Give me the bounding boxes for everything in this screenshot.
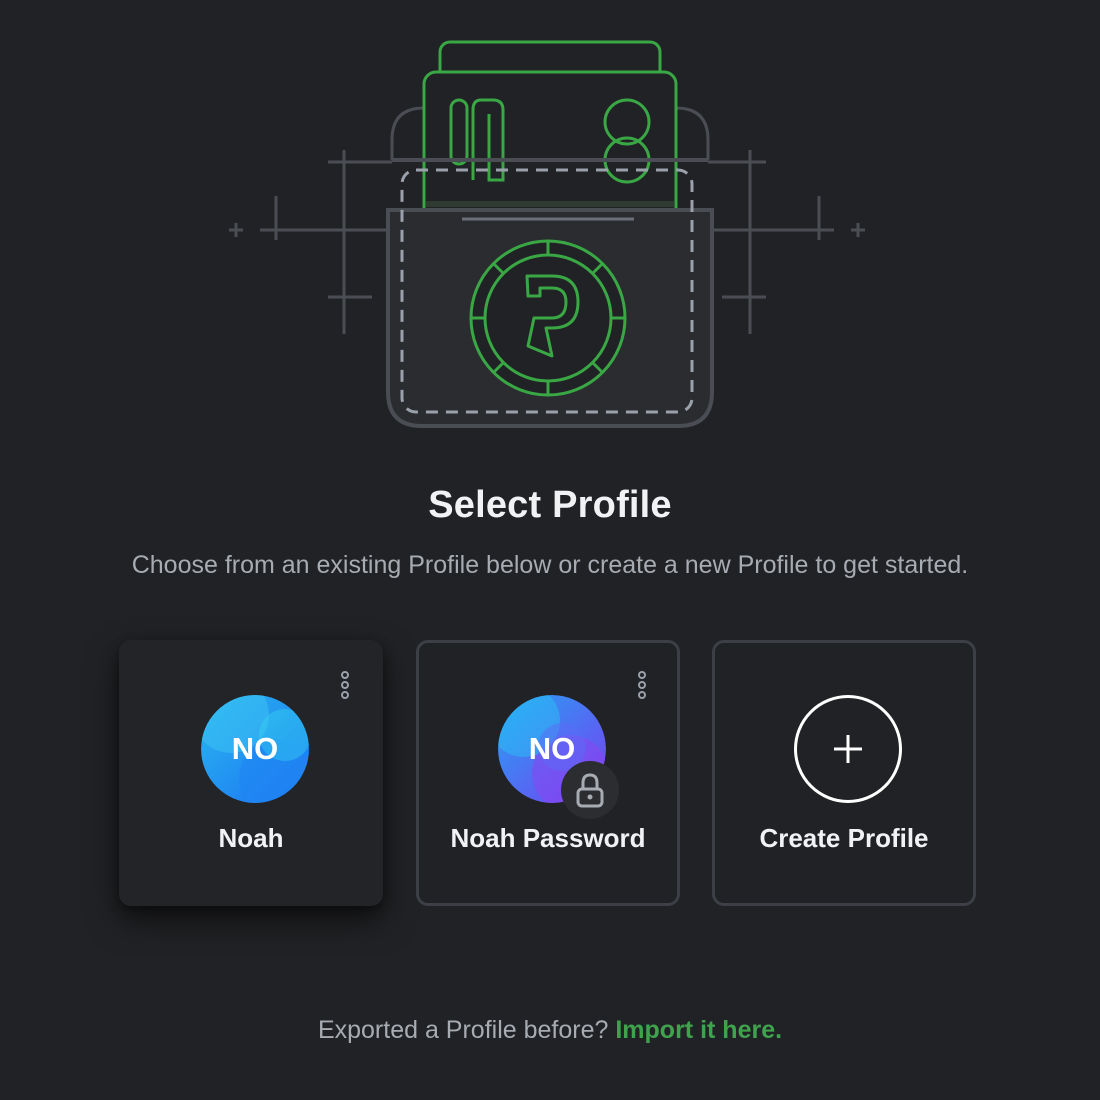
plus-icon: [794, 695, 902, 803]
avatar-initials: NO: [231, 731, 279, 766]
create-profile-label: Create Profile: [759, 823, 929, 853]
import-link[interactable]: Import it here.: [615, 1016, 782, 1044]
create-profile-card[interactable]: Create Profile: [712, 640, 976, 906]
wallet-illustration: [229, 40, 865, 428]
page-subtitle: Choose from an existing Profile below or…: [131, 551, 969, 579]
profile-name: Noah Password: [450, 823, 646, 853]
coin-logo: [469, 239, 627, 397]
select-profile-page: Select Profile Choose from an existing P…: [0, 0, 1100, 1100]
more-vertical-icon[interactable]: [635, 671, 649, 703]
page-title: Select Profile: [428, 484, 672, 526]
profile-card-noah[interactable]: NO Noah: [119, 640, 383, 906]
profile-name: Noah: [218, 823, 284, 853]
avatar: NO: [201, 695, 309, 803]
lock-badge: [561, 761, 619, 819]
lock-icon: [576, 773, 604, 808]
more-vertical-icon[interactable]: [338, 671, 352, 703]
front-card: [422, 70, 678, 222]
profile-card-noah-password[interactable]: NO Noah Password: [416, 640, 680, 906]
import-footer: Exported a Profile before? Import it her…: [0, 1016, 1100, 1045]
footer-text: Exported a Profile before?: [317, 1016, 609, 1044]
